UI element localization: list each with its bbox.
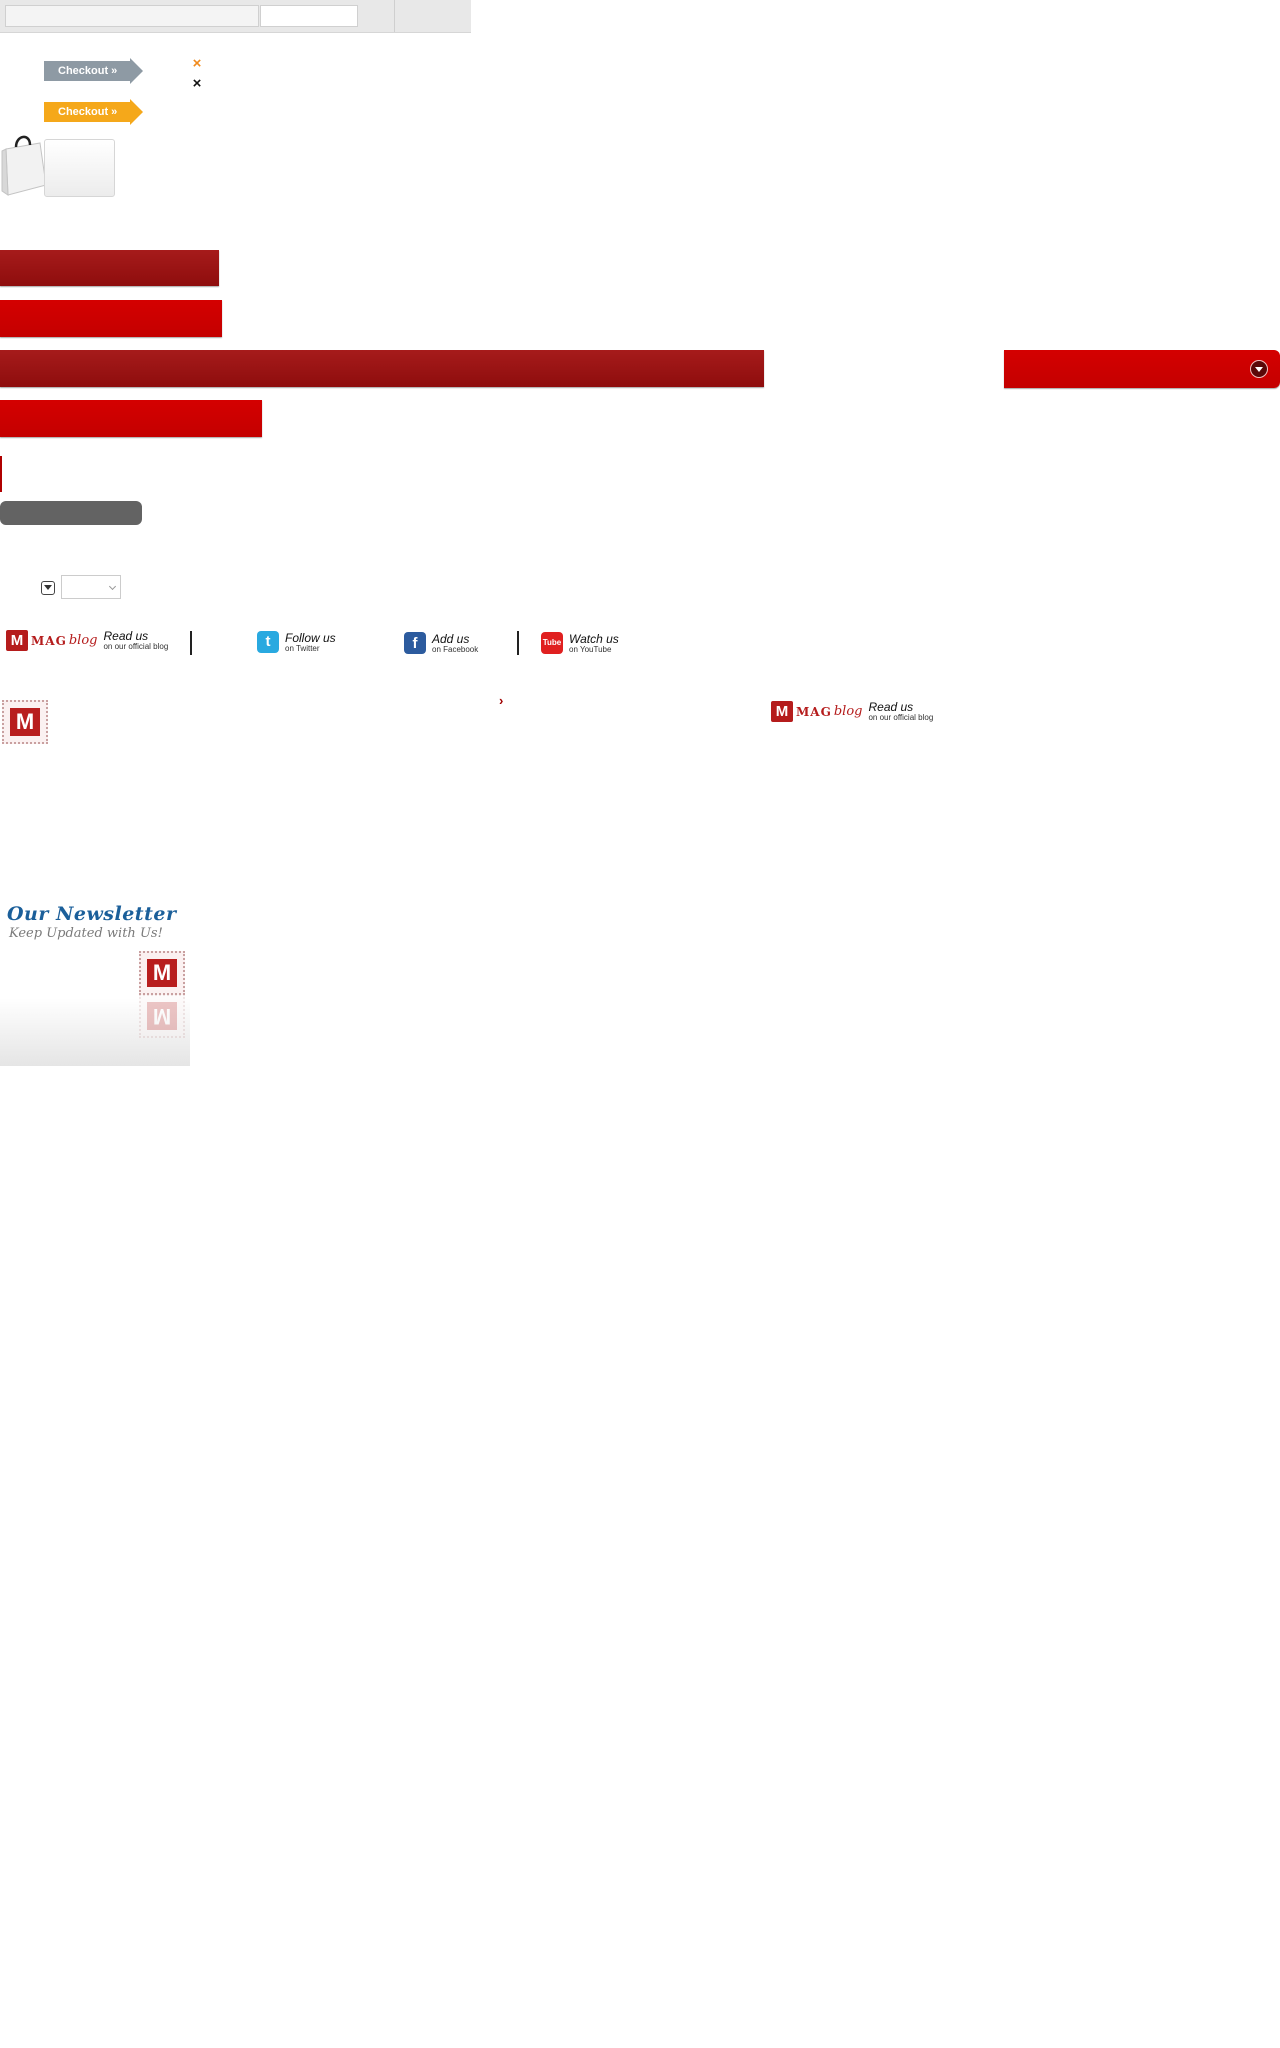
menu-bar-item-active[interactable] bbox=[0, 300, 222, 337]
blog-banner-link[interactable]: M MAG blog Read us on our official blog bbox=[771, 701, 933, 722]
menu-bar-wide[interactable] bbox=[0, 350, 764, 387]
blog-link-subtitle: on our official blog bbox=[103, 642, 169, 651]
facebook-icon: f bbox=[404, 632, 426, 654]
facebook-link[interactable]: f Add us on Facebook bbox=[404, 632, 478, 654]
blog-logo-word: blog bbox=[68, 633, 98, 648]
youtube-link-title: Watch us bbox=[569, 631, 619, 646]
stamp-letter: M bbox=[10, 708, 40, 736]
blog-logo-word: blog bbox=[833, 704, 863, 719]
divider bbox=[517, 631, 519, 655]
blog-banner-title: Read us bbox=[868, 700, 914, 714]
red-accent-line bbox=[0, 456, 2, 492]
dropdown-button[interactable] bbox=[1004, 350, 1280, 388]
checkout-label: Checkout » bbox=[44, 61, 130, 81]
divider bbox=[190, 631, 192, 655]
blog-banner-subtitle: on our official blog bbox=[868, 713, 934, 722]
chevron-down-icon[interactable] bbox=[41, 581, 55, 595]
newsletter-stamp-reflection: M bbox=[139, 994, 185, 1038]
search-secondary-input[interactable] bbox=[260, 5, 358, 27]
mag-blog-logo: M MAG blog bbox=[771, 701, 862, 722]
chevron-down-icon bbox=[1250, 360, 1268, 378]
menu-bar-item-highlight[interactable] bbox=[0, 400, 262, 437]
remove-icon[interactable]: × bbox=[190, 76, 204, 91]
remove-icon-orange[interactable]: × bbox=[190, 56, 204, 71]
cart-summary-box[interactable] bbox=[44, 139, 115, 197]
youtube-link-subtitle: on YouTube bbox=[569, 644, 612, 654]
facebook-link-title: Add us bbox=[432, 631, 470, 646]
newsletter-title: Our Newsletter bbox=[7, 903, 177, 925]
top-search-bar bbox=[0, 0, 471, 33]
newsletter-stamp-logo: M bbox=[139, 951, 185, 995]
arrow-right-icon bbox=[130, 58, 143, 84]
checkout-label: Checkout » bbox=[44, 102, 130, 122]
twitter-link-title: Follow us bbox=[285, 630, 336, 645]
quantity-select[interactable] bbox=[61, 575, 121, 599]
shopping-bag-icon[interactable] bbox=[0, 133, 50, 203]
mag-blog-logo: M MAG blog bbox=[6, 630, 97, 651]
chevron-right-icon[interactable]: › bbox=[499, 693, 503, 708]
newsletter-subtitle: Keep Updated with Us! bbox=[9, 926, 163, 941]
youtube-icon: Tube bbox=[541, 632, 563, 654]
stamp-letter: M bbox=[147, 1002, 177, 1030]
twitter-link-subtitle: on Twitter bbox=[285, 643, 320, 653]
stamp-letter: M bbox=[147, 959, 177, 987]
youtube-link[interactable]: Tube Watch us on YouTube bbox=[541, 632, 619, 654]
gray-pill-button[interactable] bbox=[0, 501, 142, 525]
mag-logo-badge: M bbox=[771, 701, 793, 722]
twitter-link[interactable]: t Follow us on Twitter bbox=[257, 631, 336, 653]
search-input[interactable] bbox=[5, 5, 259, 27]
blog-link[interactable]: M MAG blog Read us on our official blog bbox=[6, 630, 168, 651]
checkout-button[interactable]: Checkout » bbox=[44, 99, 143, 125]
arrow-right-icon bbox=[130, 99, 143, 125]
twitter-icon: t bbox=[257, 631, 279, 653]
mag-logo-word: MAG bbox=[31, 633, 67, 648]
blog-link-title: Read us bbox=[103, 629, 149, 643]
menu-bar-item[interactable] bbox=[0, 250, 219, 286]
mag-stamp-logo: M bbox=[2, 700, 48, 744]
mag-logo-word: MAG bbox=[796, 704, 832, 719]
facebook-link-subtitle: on Facebook bbox=[432, 644, 479, 654]
topbar-divider bbox=[394, 0, 395, 32]
mag-logo-badge: M bbox=[6, 630, 28, 651]
checkout-button-disabled[interactable]: Checkout » bbox=[44, 58, 143, 84]
